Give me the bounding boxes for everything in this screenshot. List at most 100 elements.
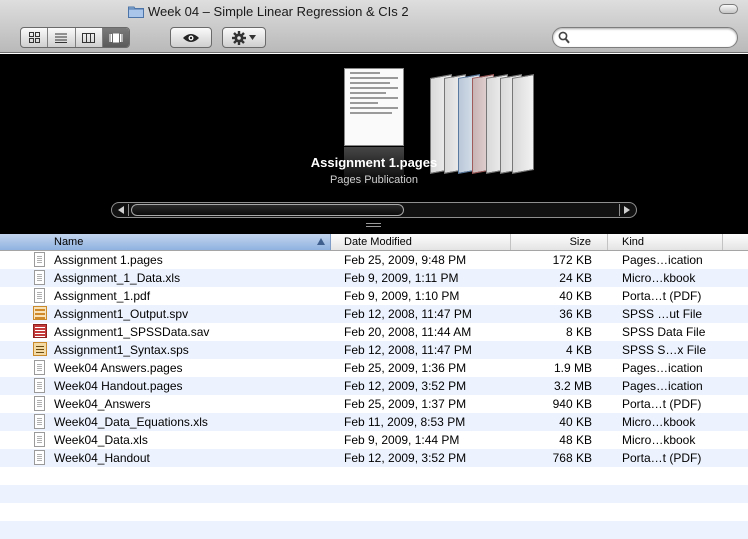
column-header-size-label: Size bbox=[569, 236, 591, 248]
file-row[interactable]: Week04_Answers Feb 25, 2009, 1:37 PM 940… bbox=[0, 395, 748, 413]
toolbar-toggle-button[interactable] bbox=[719, 4, 738, 14]
file-size: 40 KB bbox=[559, 289, 592, 303]
view-mode-selector bbox=[20, 27, 130, 48]
file-row[interactable]: Assignment1_Output.spv Feb 12, 2008, 11:… bbox=[0, 305, 748, 323]
empty-row bbox=[0, 467, 748, 485]
file-row[interactable]: Week04 Handout.pages Feb 12, 2009, 3:52 … bbox=[0, 377, 748, 395]
file-kind: SPSS S…x File bbox=[622, 343, 707, 357]
list-view-button[interactable] bbox=[48, 28, 76, 47]
file-kind: Micro…kbook bbox=[622, 433, 696, 447]
file-row[interactable]: Assignment_1_Data.xls Feb 9, 2009, 1:11 … bbox=[0, 269, 748, 287]
empty-row bbox=[0, 521, 748, 539]
coverflow-pane: Assignment 1.pages Pages Publication bbox=[0, 54, 748, 234]
spss-syntax-icon bbox=[33, 342, 47, 358]
file-date: Feb 12, 2009, 3:52 PM bbox=[344, 451, 467, 465]
coverflow-selected-preview[interactable] bbox=[344, 68, 404, 146]
column-header-date[interactable]: Date Modified bbox=[331, 234, 511, 250]
eye-icon bbox=[183, 33, 199, 42]
file-row[interactable]: Assignment1_Syntax.sps Feb 12, 2008, 11:… bbox=[0, 341, 748, 359]
scroll-right-icon[interactable] bbox=[624, 206, 630, 214]
file-kind: Pages…ication bbox=[622, 253, 703, 267]
xls-doc-icon bbox=[33, 270, 47, 286]
file-name: Assignment1_SPSSData.sav bbox=[54, 325, 210, 339]
finder-toolbar: Week 04 – Simple Linear Regression & CIs… bbox=[0, 0, 748, 53]
file-kind: Porta…t (PDF) bbox=[622, 397, 702, 411]
pages-doc-icon bbox=[33, 360, 47, 376]
pdf-doc-icon bbox=[33, 288, 47, 304]
file-date: Feb 9, 2009, 1:44 PM bbox=[344, 433, 460, 447]
search-field[interactable] bbox=[552, 27, 738, 48]
file-kind: Porta…t (PDF) bbox=[622, 451, 702, 465]
chevron-down-icon bbox=[249, 35, 256, 40]
pages-doc-icon bbox=[33, 252, 47, 268]
icon-view-button[interactable] bbox=[21, 28, 49, 47]
column-header-size[interactable]: Size bbox=[511, 234, 608, 250]
file-name: Week04_Handout bbox=[54, 451, 150, 465]
file-size: 8 KB bbox=[565, 325, 592, 339]
file-name: Assignment_1_Data.xls bbox=[54, 271, 181, 285]
divider bbox=[128, 204, 129, 216]
file-size: 1.9 MB bbox=[553, 361, 592, 375]
spss-output-icon bbox=[33, 306, 47, 322]
file-date: Feb 25, 2009, 1:37 PM bbox=[344, 397, 467, 411]
file-date: Feb 25, 2009, 1:36 PM bbox=[344, 361, 467, 375]
coverflow-view-button[interactable] bbox=[102, 28, 129, 47]
coverflow-scroll-thumb[interactable] bbox=[131, 204, 404, 216]
file-size: 40 KB bbox=[559, 415, 592, 429]
file-row[interactable]: Week04_Data.xls Feb 9, 2009, 1:44 PM 48 … bbox=[0, 431, 748, 449]
action-menu-button[interactable] bbox=[222, 27, 266, 48]
file-size: 36 KB bbox=[559, 307, 592, 321]
quicklook-button[interactable] bbox=[170, 27, 212, 48]
file-row[interactable]: Week04_Handout Feb 12, 2009, 3:52 PM 768… bbox=[0, 449, 748, 467]
column-header-date-label: Date Modified bbox=[344, 236, 412, 248]
folder-icon bbox=[128, 5, 144, 18]
file-name: Assignment 1.pages bbox=[54, 253, 163, 267]
column-header-name-label: Name bbox=[54, 236, 84, 248]
file-size: 3.2 MB bbox=[553, 379, 592, 393]
file-kind: SPSS Data File bbox=[622, 325, 706, 339]
file-size: 4 KB bbox=[565, 343, 592, 357]
file-date: Feb 12, 2008, 11:47 PM bbox=[344, 307, 472, 321]
file-date: Feb 12, 2009, 3:52 PM bbox=[344, 379, 467, 393]
file-name: Week04_Data_Equations.xls bbox=[54, 415, 208, 429]
file-date: Feb 9, 2009, 1:11 PM bbox=[344, 271, 459, 285]
pdf-doc-icon bbox=[33, 450, 47, 466]
empty-row bbox=[0, 485, 748, 503]
file-date: Feb 9, 2009, 1:10 PM bbox=[344, 289, 460, 303]
file-date: Feb 20, 2008, 11:44 AM bbox=[344, 325, 472, 339]
file-list: Assignment 1.pages Feb 25, 2009, 9:48 PM… bbox=[0, 251, 748, 539]
file-kind: Pages…ication bbox=[622, 361, 703, 375]
window-title-text: Week 04 – Simple Linear Regression & CIs… bbox=[148, 3, 409, 19]
file-row[interactable]: Assignment_1.pdf Feb 9, 2009, 1:10 PM 40… bbox=[0, 287, 748, 305]
sort-ascending-icon bbox=[317, 238, 325, 245]
pdf-doc-icon bbox=[33, 396, 47, 412]
file-row[interactable]: Week04 Answers.pages Feb 25, 2009, 1:36 … bbox=[0, 359, 748, 377]
file-row[interactable]: Week04_Data_Equations.xls Feb 11, 2009, … bbox=[0, 413, 748, 431]
list-view-icon bbox=[55, 33, 68, 43]
file-date: Feb 25, 2009, 9:48 PM bbox=[344, 253, 467, 267]
file-kind: Micro…kbook bbox=[622, 271, 696, 285]
gear-icon bbox=[232, 30, 246, 45]
column-header-kind-label: Kind bbox=[622, 236, 645, 248]
icon-view-icon bbox=[28, 32, 40, 43]
empty-row bbox=[0, 503, 748, 521]
file-row[interactable]: Assignment1_SPSSData.sav Feb 20, 2008, 1… bbox=[0, 323, 748, 341]
coverflow-scrollbar[interactable] bbox=[111, 202, 637, 218]
file-kind: Porta…t (PDF) bbox=[622, 289, 702, 303]
column-header-name[interactable]: Name bbox=[0, 234, 331, 250]
file-size: 940 KB bbox=[552, 397, 592, 411]
pages-doc-icon bbox=[33, 378, 47, 394]
window-title: Week 04 – Simple Linear Regression & CIs… bbox=[128, 2, 409, 20]
resize-grip-icon[interactable] bbox=[366, 223, 381, 230]
file-name: Assignment1_Syntax.sps bbox=[54, 343, 189, 357]
xls-doc-icon bbox=[33, 414, 47, 430]
search-icon bbox=[558, 31, 570, 44]
coverflow-title: Assignment 1.pages bbox=[310, 155, 438, 170]
column-header-kind[interactable]: Kind bbox=[608, 234, 723, 250]
file-row[interactable]: Assignment 1.pages Feb 25, 2009, 9:48 PM… bbox=[0, 251, 748, 269]
scroll-left-icon[interactable] bbox=[118, 206, 124, 214]
coverflow-subtitle: Pages Publication bbox=[329, 174, 419, 186]
column-view-button[interactable] bbox=[76, 28, 103, 47]
search-input[interactable] bbox=[575, 30, 731, 45]
list-header: Name Date Modified Size Kind bbox=[0, 234, 748, 251]
